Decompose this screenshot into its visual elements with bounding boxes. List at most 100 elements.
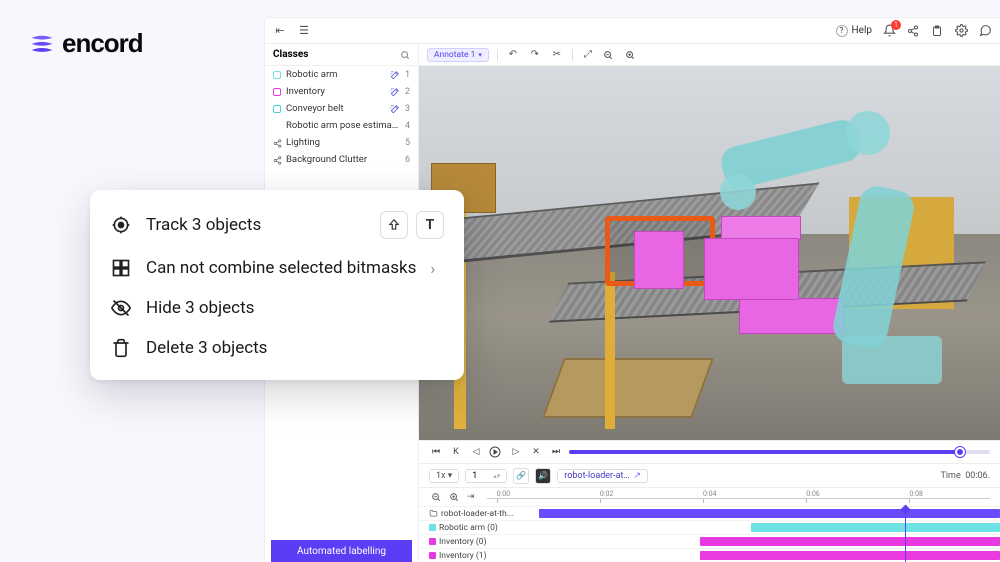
wand-icon[interactable] [390, 104, 400, 114]
settings-icon[interactable] [954, 24, 968, 38]
target-icon [110, 214, 132, 236]
expand-icon[interactable]: ⤢ [581, 49, 595, 60]
class-number: 1 [405, 70, 410, 80]
file-name: robot-loader-at… [564, 471, 629, 481]
share-icon [273, 139, 281, 147]
hide-objects-item[interactable]: Hide 3 objects [106, 288, 448, 328]
track-label: robot-loader-at-th... [441, 509, 513, 519]
wand-icon[interactable] [390, 70, 400, 80]
zoom-in-icon[interactable] [625, 50, 639, 60]
undo-icon[interactable]: ↶ [506, 49, 520, 60]
t-key-icon[interactable]: T [416, 211, 444, 239]
class-row[interactable]: Inventory2 [265, 83, 418, 100]
prev-keyframe-icon[interactable]: K [449, 447, 463, 457]
class-swatch [273, 71, 281, 79]
frame-input[interactable]: 1▴▾ [465, 469, 507, 483]
class-swatch [273, 122, 281, 130]
track-swatch [429, 524, 436, 531]
track-bar[interactable] [700, 551, 1000, 560]
zoom-out-icon[interactable] [603, 50, 617, 60]
timeline-row[interactable]: Robotic arm (0) [419, 520, 1000, 534]
trash-icon [110, 337, 132, 359]
class-swatch [273, 105, 281, 113]
track-objects-item[interactable]: Track 3 objects T [106, 202, 448, 248]
delete-objects-item[interactable]: Delete 3 objects [106, 328, 448, 368]
annotation-inventory[interactable] [739, 298, 844, 334]
menu-icon[interactable]: ☰ [297, 24, 311, 38]
prev-frame-icon[interactable]: ◁ [469, 447, 483, 457]
class-number: 3 [405, 104, 410, 114]
next-frame-icon[interactable]: ▷ [509, 447, 523, 457]
automated-labelling-button[interactable]: Automated labelling [271, 540, 412, 562]
timeline-expand-icon[interactable]: ⇥ [465, 492, 477, 502]
eye-off-icon [110, 297, 132, 319]
track-label: Inventory (0) [439, 537, 487, 547]
classes-search-icon[interactable] [400, 50, 410, 60]
track-swatch [429, 552, 436, 559]
close-icon[interactable]: ✕ [529, 447, 543, 457]
track-bar[interactable] [539, 509, 1000, 518]
share-icon[interactable] [906, 24, 920, 38]
timeline-row[interactable]: Inventory (1) [419, 548, 1000, 562]
comments-icon[interactable] [978, 24, 992, 38]
timeline-row[interactable]: Inventory (0) [419, 534, 1000, 548]
topbar: ⇤ ☰ ? Help 1 [265, 18, 1000, 44]
annotation-inventory[interactable] [704, 238, 799, 300]
speed-selector[interactable]: 1x ▾ [429, 469, 459, 483]
track-swatch [429, 538, 436, 545]
canvas-toolbar: Annotate 1 ▾ ↶ ↷ ✂ ⤢ [419, 44, 1000, 66]
ruler-tick: 0:02 [600, 490, 614, 498]
timeline-zoom-out-icon[interactable] [429, 492, 443, 502]
clipboard-icon[interactable] [930, 24, 944, 38]
viewport[interactable] [419, 66, 1000, 440]
skip-end-icon[interactable]: ⏭ [549, 447, 563, 457]
file-selector[interactable]: robot-loader-at… ↗ [557, 469, 648, 483]
timeline-zoom-in-icon[interactable] [447, 492, 461, 502]
annotate-dropdown[interactable]: Annotate 1 ▾ [427, 48, 489, 62]
ruler-tick: 0:00 [497, 490, 511, 498]
notifications-button[interactable]: 1 [882, 24, 896, 38]
skip-start-icon[interactable]: ⏮ [429, 447, 443, 457]
track-bar[interactable] [700, 537, 1000, 546]
playback-controls: ⏮ K ◁ ▷ ✕ ⏭ [419, 440, 1000, 464]
timeline: ⇥ 0:000:020:040:060:08 robot-loader-at-t… [419, 488, 1000, 562]
progress-slider[interactable] [569, 450, 990, 454]
redo-icon[interactable]: ↷ [528, 49, 542, 60]
class-number: 6 [405, 155, 410, 165]
delete-label: Delete 3 objects [146, 338, 267, 358]
combine-icon [110, 257, 132, 279]
track-label: Inventory (1) [439, 551, 487, 561]
play-icon[interactable] [489, 446, 503, 458]
cut-icon[interactable]: ✂ [550, 49, 564, 60]
class-row[interactable]: Robotic arm pose estimation4 [265, 117, 418, 134]
ruler-tick: 0:06 [806, 490, 820, 498]
canvas-area: Annotate 1 ▾ ↶ ↷ ✂ ⤢ [419, 44, 1000, 562]
classes-header: Classes [265, 44, 418, 66]
combine-bitmasks-item[interactable]: Can not combine selected bitmasks › [106, 248, 448, 288]
class-row[interactable]: Lighting5 [265, 134, 418, 151]
track-bar[interactable] [751, 523, 1000, 532]
help-label: Help [852, 25, 872, 36]
ruler-tick: 0:04 [703, 490, 717, 498]
annotation-inventory[interactable] [634, 231, 684, 289]
track-label: Robotic arm (0) [439, 523, 498, 533]
notification-badge: 1 [891, 20, 901, 30]
class-label: Inventory [286, 86, 385, 97]
shift-icon[interactable] [380, 211, 408, 239]
audio-button[interactable]: 🔊 [535, 468, 551, 484]
class-row[interactable]: Conveyor belt3 [265, 100, 418, 117]
link-button[interactable]: 🔗 [513, 468, 529, 484]
class-label: Robotic arm [286, 69, 385, 80]
sidebar-collapse-icon[interactable]: ⇤ [273, 24, 287, 38]
time-display: Time 00:06. [941, 471, 991, 481]
help-button[interactable]: ? Help [836, 25, 872, 37]
share-icon [273, 156, 281, 164]
wand-icon[interactable] [390, 87, 400, 97]
class-row[interactable]: Background Clutter6 [265, 151, 418, 168]
class-number: 5 [405, 138, 410, 148]
annotate-label: Annotate 1 [434, 50, 475, 60]
class-row[interactable]: Robotic arm 1 [265, 66, 418, 83]
chevron-right-icon: › [430, 259, 435, 278]
timeline-row[interactable]: robot-loader-at-th... [419, 506, 1000, 520]
external-icon: ↗ [633, 471, 641, 481]
